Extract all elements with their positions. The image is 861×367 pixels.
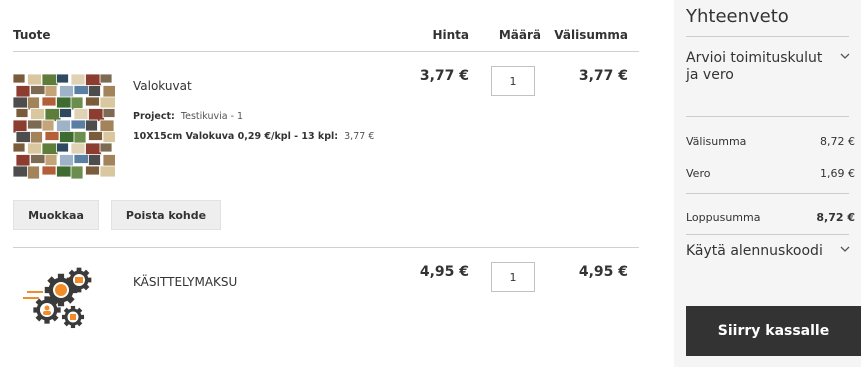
checkout-button[interactable]: Siirry kassalle xyxy=(686,306,861,356)
photo-collage-image xyxy=(12,70,120,180)
row-divider xyxy=(13,247,639,248)
subtotal-label: Välisumma xyxy=(686,135,747,148)
item-option-project: Project: Testikuvia - 1 xyxy=(133,111,243,122)
shipping-estimate-toggle[interactable]: Arvioi toimituskulut ja vero xyxy=(686,50,826,84)
edit-item-button[interactable]: Muokkaa xyxy=(13,200,99,230)
header-product: Tuote xyxy=(13,28,51,42)
summary-divider xyxy=(686,36,849,37)
item-name: KÄSITTELYMAKSU xyxy=(133,275,238,289)
processing-gears-icon xyxy=(13,262,115,342)
order-summary: Yhteenveto Arvioi toimituskulut ja vero … xyxy=(674,0,861,367)
summary-divider xyxy=(686,234,849,235)
cart-table: Tuote Hinta Määrä Välisumma Valokuvat Pr… xyxy=(12,0,639,367)
item-name[interactable]: Valokuvat xyxy=(133,79,192,93)
tax-label: Vero xyxy=(686,167,711,180)
header-subtotal: Välisumma xyxy=(554,28,628,42)
header-qty: Määrä xyxy=(498,28,541,42)
quantity-input[interactable] xyxy=(491,262,535,292)
discount-code-toggle[interactable]: Käytä alennuskoodi xyxy=(686,243,826,260)
option-value: Testikuvia - 1 xyxy=(180,111,244,122)
option-label: Project: xyxy=(133,111,175,122)
chevron-down-icon[interactable] xyxy=(839,50,851,62)
item-subtotal: 4,95 € xyxy=(578,264,628,280)
item-price: 4,95 € xyxy=(419,264,469,280)
remove-item-button[interactable]: Poista kohde xyxy=(111,200,221,230)
photo-collage-thumbnail[interactable] xyxy=(12,70,120,180)
item-option-prints: 10X15cm Valokuva 0,29 €/kpl - 13 kpl: 3,… xyxy=(133,131,374,142)
chevron-down-icon[interactable] xyxy=(839,243,851,255)
item-subtotal: 3,77 € xyxy=(578,68,628,84)
tax-value: 1,69 € xyxy=(820,167,855,180)
header-price: Hinta xyxy=(432,28,469,42)
grand-total-value: 8,72 € xyxy=(816,211,855,224)
summary-title: Yhteenveto xyxy=(686,6,789,27)
gears-image xyxy=(23,267,92,329)
subtotal-value: 8,72 € xyxy=(820,135,855,148)
summary-divider xyxy=(686,193,849,194)
option-label: 10X15cm Valokuva 0,29 €/kpl - 13 kpl: xyxy=(133,131,339,142)
summary-divider xyxy=(686,116,849,117)
option-value: 3,77 € xyxy=(344,131,375,142)
grand-total-label: Loppusumma xyxy=(686,211,761,224)
quantity-input[interactable] xyxy=(491,66,535,96)
item-price: 3,77 € xyxy=(419,68,469,84)
cart-table-header: Tuote Hinta Määrä Välisumma xyxy=(13,0,639,52)
